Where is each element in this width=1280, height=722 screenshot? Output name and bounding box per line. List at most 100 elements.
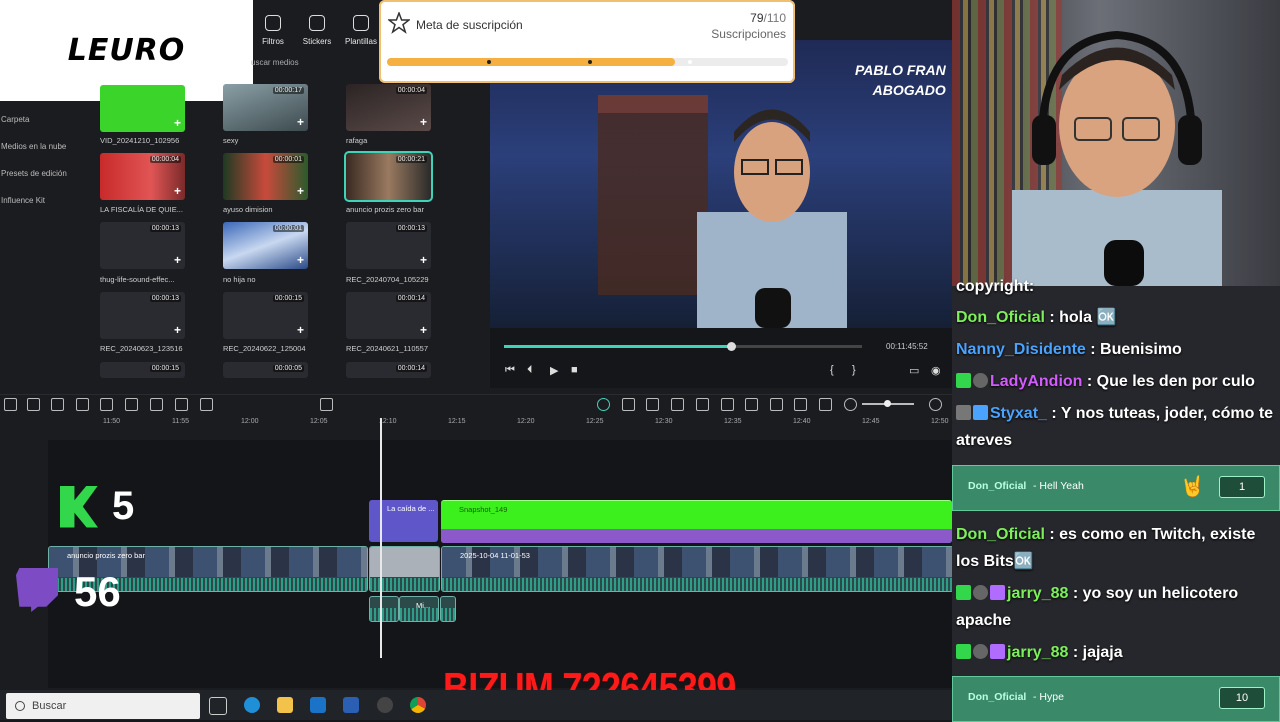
kick-badge-icon <box>956 585 971 600</box>
media-thumb[interactable]: 00:00:04 + <box>346 84 431 131</box>
folder-icon[interactable] <box>277 697 293 713</box>
ruler-tick-label: 12:35 <box>724 418 742 425</box>
audio-clip[interactable]: Mi... <box>399 596 439 622</box>
ruler-tick-label: 12:30 <box>655 418 673 425</box>
audio-clip[interactable] <box>369 596 399 622</box>
ruler-tick-label: 12:20 <box>517 418 535 425</box>
media-label: rafaga <box>346 136 368 145</box>
mark-in-icon[interactable]: { <box>830 364 834 376</box>
media-thumb[interactable]: 00:00:13 + <box>100 292 185 339</box>
gift-icon <box>990 644 1005 659</box>
subscription-goal-widget: Meta de suscripción 79/110 Suscripciones <box>379 0 795 83</box>
goal-unit: Suscripciones <box>711 27 786 41</box>
step-back-icon[interactable]: ⏴ <box>527 364 533 377</box>
media-thumb[interactable]: 00:00:05 <box>223 362 308 378</box>
trim-icon[interactable] <box>150 398 163 411</box>
select-tool-icon[interactable] <box>4 398 17 411</box>
media-thumb-selected[interactable]: 00:00:21 <box>344 151 433 202</box>
text-icon[interactable] <box>175 398 188 411</box>
stop-icon[interactable]: ■ <box>571 364 578 376</box>
display-icon[interactable]: ▭ <box>909 364 919 377</box>
task-view-icon[interactable] <box>209 697 227 715</box>
zoom-slider-handle[interactable] <box>884 400 891 407</box>
chat-message: copyright: <box>956 278 1035 295</box>
delete-icon[interactable] <box>76 398 89 411</box>
green-screen-clip[interactable]: Snapshot_149 <box>441 500 952 543</box>
magnet-icon[interactable] <box>622 398 635 411</box>
taskbar-search-input[interactable]: Buscar <box>6 693 200 719</box>
word-icon[interactable] <box>343 697 359 713</box>
highlight-count: 10 <box>1219 687 1265 709</box>
timer-icon[interactable] <box>320 398 333 411</box>
zoom-in-icon[interactable] <box>929 398 942 411</box>
record-icon[interactable] <box>696 398 709 411</box>
tab-stickers[interactable]: Stickers <box>299 0 335 46</box>
shield-icon[interactable] <box>721 398 734 411</box>
media-thumb[interactable]: 00:00:13 + <box>100 222 185 269</box>
kick-badge-icon <box>956 644 971 659</box>
zoom-out-icon[interactable] <box>844 398 857 411</box>
crop-icon[interactable] <box>125 398 138 411</box>
sidebar-item-presets[interactable]: Presets de edición <box>0 164 90 191</box>
presenter-image <box>697 109 847 328</box>
star-icon <box>388 12 410 34</box>
zoom-slider[interactable] <box>862 400 914 407</box>
main-video-clip[interactable]: 2025-10-04 11-01-53 <box>441 546 954 592</box>
media-thumb[interactable]: 00:00:17 + <box>223 84 308 131</box>
media-thumb[interactable]: 00:00:15 + <box>223 292 308 339</box>
prev-frame-icon[interactable]: ⏮ <box>505 364 515 377</box>
timeline-ruler[interactable]: 11:50 11:55 12:00 12:05 12:10 12:15 12:20 12:25… <box>48 418 952 438</box>
redo-icon[interactable] <box>51 398 64 411</box>
timeline-toolbar <box>0 394 952 417</box>
media-label: sexy <box>223 136 239 145</box>
media-thumb[interactable]: 00:00:01 + <box>223 153 308 200</box>
tab-filters[interactable]: Filtros <box>255 0 291 46</box>
snapshot-icon[interactable]: ◉ <box>931 364 941 377</box>
snap-toggle-icon[interactable] <box>597 398 610 411</box>
chrome-icon[interactable] <box>410 697 426 713</box>
sidebar-item-folder[interactable]: Carpeta <box>0 110 90 137</box>
media-label: LA FISCALÍA DE QUIE... <box>100 205 183 214</box>
chat-message: Don_Oficial : hola 🆗 <box>956 309 1117 326</box>
audio-clip[interactable] <box>440 596 456 622</box>
media-label: no hija no <box>223 275 256 284</box>
media-label: REC_20240622_125004 <box>223 344 306 353</box>
app-icon[interactable] <box>377 697 393 713</box>
sidebar-item-influence-kit[interactable]: Influence Kit <box>0 191 90 218</box>
chat-message: LadyAndion : Que les den por culo <box>956 368 1278 395</box>
sidebar-item-cloud[interactable]: Medios en la nube <box>0 137 90 164</box>
media-thumb[interactable]: + <box>100 85 185 132</box>
avatar-icon <box>973 373 988 388</box>
preview-scrubber[interactable] <box>504 342 862 351</box>
caption-icon[interactable] <box>794 398 807 411</box>
media-thumb[interactable]: 00:00:14 <box>346 362 431 378</box>
play-icon[interactable]: ▶ <box>550 364 558 377</box>
edge-icon[interactable] <box>244 697 260 713</box>
timeline-playhead[interactable] <box>380 418 382 658</box>
box-icon[interactable] <box>200 398 213 411</box>
ruler-tick-label: 12:45 <box>862 418 880 425</box>
pip-icon[interactable] <box>819 398 832 411</box>
split-icon[interactable] <box>100 398 113 411</box>
mixer-icon[interactable] <box>770 398 783 411</box>
kick-viewer-counter: 5 <box>60 484 134 529</box>
kick-logo-icon <box>60 485 98 528</box>
search-media-input[interactable]: uscar medios <box>251 58 299 67</box>
media-thumb[interactable]: 00:00:04 + <box>100 153 185 200</box>
scrubber-fill <box>504 345 732 348</box>
highlight-count: 1 <box>1219 476 1265 498</box>
media-thumb[interactable]: 00:00:01 + <box>223 222 308 269</box>
chat-message: jarry_88 : jajaja <box>956 639 1278 666</box>
mic-icon[interactable] <box>745 398 758 411</box>
undo-icon[interactable] <box>27 398 40 411</box>
ruler-tick-label: 12:05 <box>310 418 328 425</box>
search-icon <box>15 701 25 711</box>
mark-out-icon[interactable]: } <box>852 364 856 376</box>
tab-templates[interactable]: Plantillas <box>343 0 379 46</box>
media-thumb[interactable]: 00:00:14 + <box>346 292 431 339</box>
media-thumb[interactable]: 00:00:13 + <box>346 222 431 269</box>
render-icon[interactable] <box>671 398 684 411</box>
media-thumb[interactable]: 00:00:15 <box>100 362 185 378</box>
outlook-icon[interactable] <box>310 697 326 713</box>
marker-icon[interactable] <box>646 398 659 411</box>
